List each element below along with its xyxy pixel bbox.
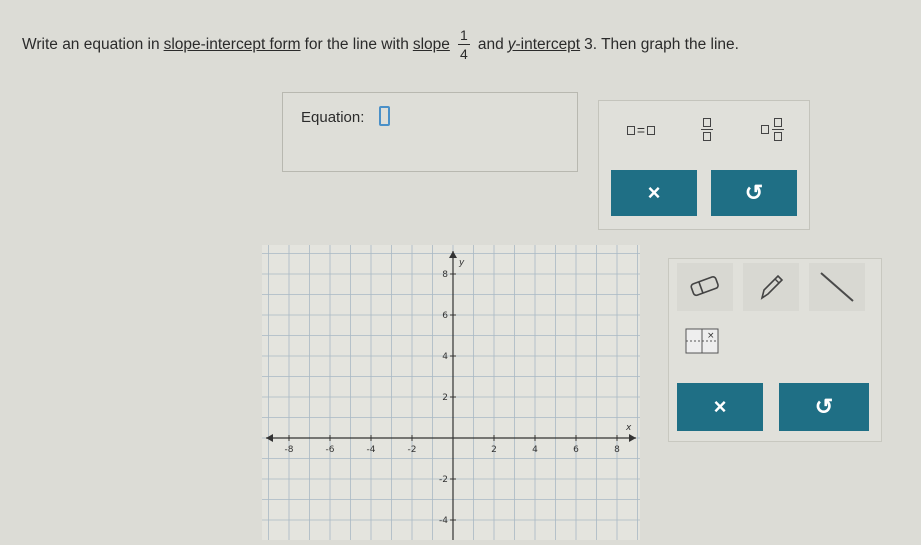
mixed-number-template-button[interactable] xyxy=(747,109,797,149)
x-tick-label: 4 xyxy=(532,445,538,455)
point-tool[interactable]: × xyxy=(677,321,727,361)
y-intercept-link[interactable]: y-intercept xyxy=(508,36,580,54)
x-tick-label: 8 xyxy=(614,445,620,455)
close-icon: × xyxy=(713,394,727,419)
problem-text-2: for the line with xyxy=(304,35,409,53)
graph-grid[interactable]: y x 8 6 4 2 -2 -4 -8 -6 -4 -2 2 4 6 8 xyxy=(262,245,640,541)
problem-text-4: . Then graph the line. xyxy=(592,35,739,53)
mixed-fraction-icon xyxy=(771,117,784,141)
equation-tools-panel: = × ↺ xyxy=(598,100,810,230)
problem-text-1: Write an equation in xyxy=(22,35,160,53)
empty-box-icon xyxy=(647,125,656,135)
clear-equation-button[interactable]: × xyxy=(611,170,697,216)
intercept-link-text: -intercept xyxy=(515,35,581,53)
slope-link[interactable]: slope xyxy=(413,36,450,54)
equation-label: Equation: xyxy=(301,109,365,126)
y-axis-arrow-top xyxy=(449,251,457,258)
pencil-tool[interactable] xyxy=(743,263,799,311)
problem-statement: Write an equation in slope-intercept for… xyxy=(22,28,739,61)
x-axis-arrow-left xyxy=(266,434,273,442)
point-icon: × xyxy=(685,328,719,354)
pencil-icon xyxy=(760,274,784,300)
y-tick-label: 8 xyxy=(442,270,448,280)
x-axis-label: x xyxy=(625,423,632,433)
undo-equation-button[interactable]: ↺ xyxy=(711,170,797,216)
y-tick-label: 2 xyxy=(442,393,448,403)
x-tick-label: -2 xyxy=(408,445,417,455)
x-tick-label: 2 xyxy=(491,445,497,455)
intercept-value: 3 xyxy=(584,35,593,53)
y-tick-label: 6 xyxy=(442,311,448,321)
whole-box-icon xyxy=(760,124,769,134)
y-tick-label: 4 xyxy=(442,352,448,362)
x-tick-label: -4 xyxy=(367,445,376,455)
problem-text-3: and xyxy=(477,35,504,53)
y-tick-label: -2 xyxy=(439,475,448,485)
x-tick-label: -8 xyxy=(285,445,294,455)
slope-denominator: 4 xyxy=(459,46,468,62)
eraser-icon xyxy=(690,276,719,297)
slope-intercept-form-link[interactable]: slope-intercept form xyxy=(164,36,301,54)
x-tick-label: 6 xyxy=(573,445,579,455)
undo-graph-button[interactable]: ↺ xyxy=(779,383,869,431)
graph-tools-panel: × × ↺ xyxy=(668,258,882,442)
clear-graph-button[interactable]: × xyxy=(677,383,763,431)
slope-fraction: 1 4 xyxy=(457,27,470,62)
x-tick-label: -6 xyxy=(326,445,335,455)
equals-template-button[interactable]: = xyxy=(613,117,669,143)
line-tool[interactable] xyxy=(809,263,865,311)
equals-sign: = xyxy=(636,122,646,138)
eraser-tool[interactable] xyxy=(677,263,733,311)
fraction-icon xyxy=(701,117,713,141)
empty-box-icon xyxy=(626,125,635,135)
y-axis-label: y xyxy=(458,258,465,268)
fraction-template-button[interactable] xyxy=(689,109,725,149)
slope-numerator: 1 xyxy=(459,27,468,43)
line-icon xyxy=(820,272,854,302)
equation-cursor[interactable] xyxy=(379,106,390,126)
equation-input-box[interactable]: Equation: xyxy=(282,92,578,172)
close-icon: × xyxy=(647,180,661,205)
undo-icon: ↺ xyxy=(814,394,834,419)
undo-icon: ↺ xyxy=(744,180,764,205)
y-tick-label: -4 xyxy=(439,516,448,526)
svg-text:×: × xyxy=(707,331,715,341)
y-variable: y xyxy=(507,35,516,53)
coordinate-graph[interactable]: y x 8 6 4 2 -2 -4 -8 -6 -4 -2 2 4 6 8 xyxy=(262,245,640,541)
x-axis-arrow-right xyxy=(629,434,636,442)
